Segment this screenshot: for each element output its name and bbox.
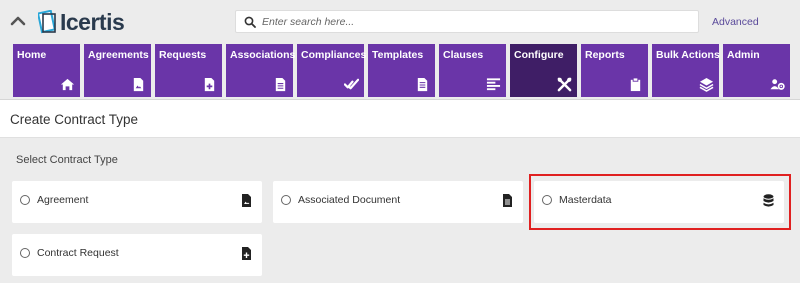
- tools-icon: [557, 77, 572, 92]
- document-plus-icon: [204, 77, 215, 92]
- advanced-search-link[interactable]: Advanced: [712, 16, 759, 28]
- nav-label: Configure: [514, 49, 564, 61]
- document-image-icon: [133, 77, 144, 92]
- home-icon: [60, 78, 75, 91]
- main-nav: Home Agreements Requests Associations Co…: [13, 44, 791, 97]
- search-icon[interactable]: [244, 16, 256, 28]
- align-left-icon: [486, 78, 501, 91]
- section-label: Select Contract Type: [16, 154, 118, 166]
- contract-type-contract-request[interactable]: Contract Request: [12, 234, 262, 276]
- nav-label: Clauses: [443, 49, 484, 61]
- logo[interactable]: Icertis: [38, 8, 125, 35]
- nav-label: Bulk Actions: [656, 49, 720, 61]
- contract-type-label: Agreement: [37, 194, 89, 206]
- layers-icon: [699, 77, 714, 92]
- logo-text: Icertis: [60, 8, 125, 35]
- contract-type-label: Associated Document: [298, 194, 401, 206]
- page-title: Create Contract Type: [10, 112, 139, 127]
- radio-button[interactable]: [20, 195, 30, 205]
- nav-tile-compliances[interactable]: Compliances: [297, 44, 367, 97]
- search-input[interactable]: [262, 15, 692, 28]
- contract-type-masterdata[interactable]: Masterdata: [534, 181, 784, 223]
- chevron-up-icon[interactable]: [9, 13, 27, 29]
- nav-tile-associations[interactable]: Associations: [226, 44, 296, 97]
- nav-label: Requests: [159, 49, 207, 61]
- search-box[interactable]: [235, 10, 699, 33]
- logo-mark-icon: [38, 10, 56, 34]
- radio-button[interactable]: [281, 195, 291, 205]
- users-gear-icon: [770, 79, 785, 90]
- nav-tile-templates[interactable]: Templates: [368, 44, 435, 97]
- nav-label: Agreements: [88, 49, 149, 61]
- nav-tile-clauses[interactable]: Clauses: [439, 44, 506, 97]
- nav-label: Associations: [230, 49, 296, 61]
- document-icon: [275, 77, 286, 92]
- nav-label: Home: [17, 49, 47, 61]
- contract-type-label: Contract Request: [37, 247, 119, 259]
- nav-tile-requests[interactable]: Requests: [155, 44, 222, 97]
- database-icon: [763, 194, 774, 207]
- page-title-bar: Create Contract Type: [0, 100, 800, 138]
- nav-label: Compliances: [301, 49, 367, 61]
- nav-tile-admin[interactable]: Admin: [723, 44, 790, 97]
- contract-type-associated-document[interactable]: Associated Document: [273, 181, 523, 223]
- contract-type-agreement[interactable]: Agreement: [12, 181, 262, 223]
- nav-label: Admin: [727, 49, 760, 61]
- document-image-icon: [242, 194, 251, 207]
- nav-tile-home[interactable]: Home: [13, 44, 80, 97]
- radio-button[interactable]: [542, 195, 552, 205]
- nav-label: Templates: [372, 49, 424, 61]
- contract-type-label: Masterdata: [559, 194, 612, 206]
- nav-tile-configure[interactable]: Configure: [510, 44, 577, 97]
- nav-tile-reports[interactable]: Reports: [581, 44, 648, 97]
- nav-tile-bulk-actions[interactable]: Bulk Actions: [652, 44, 720, 97]
- radio-button[interactable]: [20, 248, 30, 258]
- document-plus-icon: [242, 247, 251, 260]
- double-check-icon: [344, 78, 359, 90]
- document-lines-icon: [417, 77, 428, 92]
- top-header: Icertis Advanced: [0, 0, 800, 43]
- nav-tile-agreements[interactable]: Agreements: [84, 44, 151, 97]
- document-icon: [503, 194, 512, 207]
- nav-label: Reports: [585, 49, 625, 61]
- clipboard-icon: [630, 77, 641, 92]
